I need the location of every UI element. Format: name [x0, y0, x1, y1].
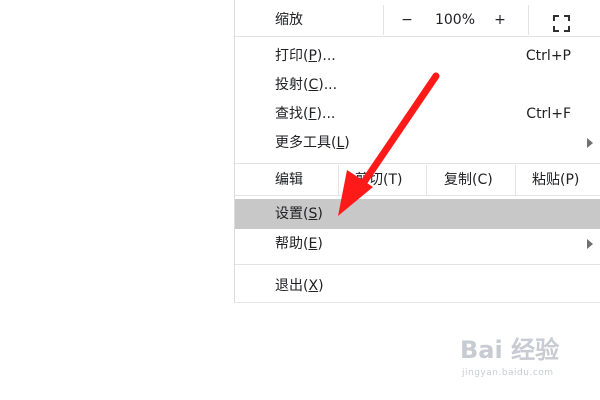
- menu-item-cast[interactable]: 投射(C)...: [235, 70, 600, 100]
- edit-row: 编辑 剪切(T) 复制(C) 粘贴(P): [235, 165, 600, 195]
- menu-item-label: 更多工具(L): [275, 135, 350, 151]
- find-shortcut: Ctrl+F: [526, 106, 571, 122]
- edit-divider: [426, 165, 427, 195]
- menu-separator: [235, 195, 600, 196]
- paste-button[interactable]: 粘贴(P): [532, 171, 579, 189]
- menu-item-label: 查找(F)...: [275, 106, 336, 122]
- menu-item-find[interactable]: 查找(F)... Ctrl+F: [235, 99, 600, 129]
- menu-item-settings[interactable]: 设置(S): [235, 199, 600, 229]
- menu-item-label: 投射(C)...: [275, 77, 338, 93]
- menu-separator: [235, 264, 600, 265]
- fullscreen-divider: [528, 5, 529, 35]
- browser-main-menu: 缩放 − 100% + 打印(P)... Ctrl+P 投射(C)... 查找(…: [234, 0, 600, 303]
- menu-item-help[interactable]: 帮助(E): [235, 229, 600, 259]
- edit-label: 编辑: [275, 172, 303, 188]
- menu-item-print[interactable]: 打印(P)... Ctrl+P: [235, 41, 600, 71]
- edit-divider: [338, 165, 339, 195]
- menu-item-label: 打印(P)...: [275, 48, 336, 64]
- baidu-watermark: Bai 经验 jingyan.baidu.com: [460, 336, 590, 386]
- zoom-divider: [383, 5, 384, 35]
- menu-item-more-tools[interactable]: 更多工具(L): [235, 128, 600, 158]
- menu-item-label: 帮助(E): [275, 236, 323, 252]
- copy-button[interactable]: 复制(C): [444, 171, 493, 189]
- edit-divider: [515, 165, 516, 195]
- zoom-row: 缩放 − 100% +: [235, 5, 600, 35]
- zoom-label: 缩放: [275, 12, 303, 28]
- menu-item-label: 退出(X): [275, 278, 324, 294]
- menu-item-exit[interactable]: 退出(X): [235, 271, 600, 301]
- zoom-level: 100%: [434, 12, 476, 28]
- zoom-out-button[interactable]: −: [392, 11, 422, 29]
- cut-button[interactable]: 剪切(T): [355, 171, 402, 189]
- menu-separator: [235, 36, 600, 37]
- zoom-in-button[interactable]: +: [485, 11, 515, 29]
- submenu-arrow-icon: [587, 138, 593, 148]
- submenu-arrow-icon: [587, 239, 593, 249]
- menu-separator: [235, 163, 600, 164]
- fullscreen-icon[interactable]: [553, 15, 570, 32]
- watermark-url: jingyan.baidu.com: [462, 368, 554, 378]
- watermark-logo: Bai 经验: [460, 336, 560, 364]
- print-shortcut: Ctrl+P: [525, 48, 571, 64]
- menu-item-label: 设置(S): [275, 206, 323, 222]
